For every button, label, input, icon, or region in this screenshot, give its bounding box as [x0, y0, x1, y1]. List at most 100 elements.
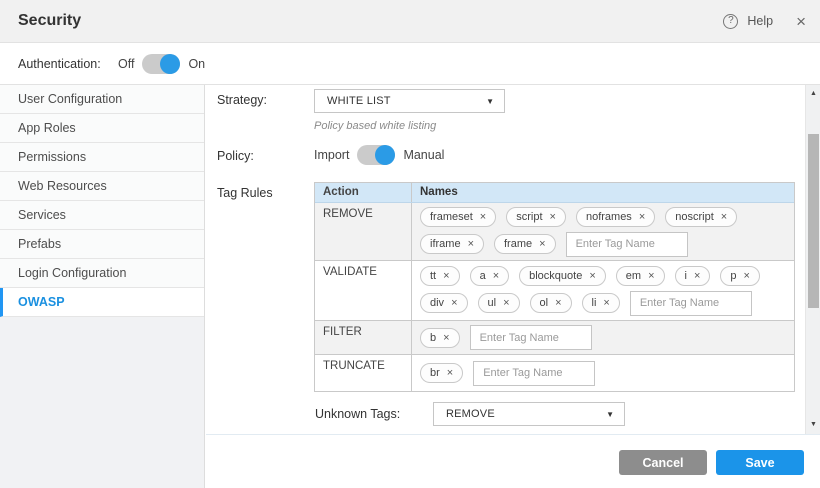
tag-name-input[interactable] — [566, 232, 688, 257]
sidebar-item-login-configuration[interactable]: Login Configuration — [0, 259, 204, 288]
scroll-down-icon[interactable]: ▼ — [806, 418, 820, 432]
tag-pill: frameset × — [420, 207, 496, 227]
tag-pill-label: p — [730, 269, 736, 283]
tag-pill: div × — [420, 293, 468, 313]
sidebar-item-label: Login Configuration — [18, 266, 126, 280]
table-header-row: Action Names — [315, 183, 794, 203]
sidebar-item-owasp[interactable]: OWASP — [0, 288, 204, 317]
scrollbar-thumb[interactable] — [808, 134, 819, 308]
remove-tag-icon[interactable]: × — [447, 366, 453, 380]
remove-tag-icon[interactable]: × — [443, 331, 449, 345]
scroll-up-icon[interactable]: ▲ — [806, 87, 820, 101]
tag-pill: p× — [720, 266, 760, 286]
strategy-value: WHITE LIST — [327, 95, 486, 107]
policy-label: Policy: — [217, 149, 254, 163]
names-cell: b× — [412, 321, 794, 354]
remove-tag-icon[interactable]: × — [539, 237, 545, 251]
remove-tag-icon[interactable]: × — [694, 269, 700, 283]
sidebar-item-label: Services — [18, 208, 66, 222]
action-cell: TRUNCATE — [315, 355, 412, 391]
sidebar-item-prefabs[interactable]: Prefabs — [0, 230, 204, 259]
tag-pill-label: div — [430, 296, 444, 310]
close-icon[interactable]: × — [796, 13, 806, 30]
names-cell: frameset×script×noframes×noscript×iframe… — [412, 203, 794, 260]
remove-tag-icon[interactable]: × — [639, 210, 645, 224]
tag-pill: b× — [420, 328, 460, 348]
sidebar-item-label: User Configuration — [18, 92, 122, 106]
sidebar-item-app-roles[interactable]: App Roles — [0, 114, 204, 143]
tag-pill-label: ul — [488, 296, 497, 310]
action-cell: REMOVE — [315, 203, 412, 260]
remove-tag-icon[interactable]: × — [480, 210, 486, 224]
remove-tag-icon[interactable]: × — [721, 210, 727, 224]
tag-pill-label: noframes — [586, 210, 632, 224]
tag-pill: noscript × — [665, 207, 737, 227]
tag-pill: em× — [616, 266, 665, 286]
main-region: User Configuration App Roles Permissions We… — [0, 84, 820, 488]
sidebar-item-label: App Roles — [18, 121, 76, 135]
save-button[interactable]: Save — [716, 450, 804, 475]
vertical-scrollbar[interactable]: ▲ ▼ — [805, 85, 820, 434]
tag-pill-label: noscript — [675, 210, 714, 224]
action-cell: VALIDATE — [315, 261, 412, 320]
cancel-button[interactable]: Cancel — [619, 450, 707, 475]
dialog-header: Security ? Help × — [0, 0, 820, 43]
remove-tag-icon[interactable]: × — [468, 237, 474, 251]
tag-rules-table: Action Names REMOVE frameset×script×nofr… — [314, 182, 795, 392]
tag-pill: blockquote × — [519, 266, 606, 286]
header-actions: ? Help × — [723, 13, 806, 30]
sidebar-item-services[interactable]: Services — [0, 201, 204, 230]
tag-pill-label: blockquote — [529, 269, 582, 283]
remove-tag-icon[interactable]: × — [550, 210, 556, 224]
tag-pill: ul × — [478, 293, 520, 313]
tag-pill-label: i — [685, 269, 687, 283]
help-icon[interactable]: ? — [723, 14, 738, 29]
sidebar-item-label: Permissions — [18, 150, 86, 164]
strategy-select[interactable]: WHITE LIST ▼ — [314, 89, 505, 113]
authentication-label: Authentication: — [18, 57, 118, 71]
remove-tag-icon[interactable]: × — [443, 269, 449, 283]
tag-name-input[interactable] — [470, 325, 592, 350]
security-dialog: Security ? Help × Authentication: Off On… — [0, 0, 820, 488]
tag-pill-label: frame — [504, 237, 532, 251]
dialog-footer: Cancel Save — [206, 434, 820, 488]
remove-tag-icon[interactable]: × — [503, 296, 509, 310]
page-title: Security — [18, 12, 81, 30]
policy-toggle[interactable] — [357, 145, 395, 165]
remove-tag-icon[interactable]: × — [451, 296, 457, 310]
unknown-tags-select[interactable]: REMOVE ▼ — [433, 402, 625, 426]
remove-tag-icon[interactable]: × — [555, 296, 561, 310]
remove-tag-icon[interactable]: × — [648, 269, 654, 283]
remove-tag-icon[interactable]: × — [493, 269, 499, 283]
sidebar-item-permissions[interactable]: Permissions — [0, 143, 204, 172]
sidebar-item-user-configuration[interactable]: User Configuration — [0, 85, 204, 114]
action-cell: FILTER — [315, 321, 412, 354]
tag-pill: a× — [470, 266, 510, 286]
tag-pill-label: frameset — [430, 210, 473, 224]
remove-tag-icon[interactable]: × — [589, 269, 595, 283]
tag-pill: frame × — [494, 234, 556, 254]
tag-pill: iframe× — [420, 234, 484, 254]
column-header-names: Names — [412, 183, 466, 202]
authentication-on-label: On — [188, 57, 205, 71]
authentication-toggle[interactable] — [142, 54, 180, 74]
tag-pill: i× — [675, 266, 711, 286]
tag-pill: li× — [582, 293, 620, 313]
tag-pill: script× — [506, 207, 566, 227]
authentication-off-label: Off — [118, 57, 134, 71]
tag-pill: noframes × — [576, 207, 655, 227]
tag-name-input[interactable] — [473, 361, 595, 386]
sidebar-item-web-resources[interactable]: Web Resources — [0, 172, 204, 201]
unknown-tags-value: REMOVE — [446, 408, 606, 420]
tag-pill-label: a — [480, 269, 486, 283]
column-header-action: Action — [315, 183, 412, 202]
tag-rules-label: Tag Rules — [217, 186, 273, 200]
help-link[interactable]: Help — [747, 14, 773, 28]
policy-toggle-group: Import Manual — [314, 145, 444, 165]
sidebar-item-label: OWASP — [18, 295, 65, 309]
names-cell: tt×a×blockquote×em×i×p×div×ul×ol×li× — [412, 261, 794, 320]
owasp-panel: Strategy: WHITE LIST ▼ Policy based whit… — [206, 85, 805, 434]
remove-tag-icon[interactable]: × — [603, 296, 609, 310]
tag-name-input[interactable] — [630, 291, 752, 316]
remove-tag-icon[interactable]: × — [744, 269, 750, 283]
